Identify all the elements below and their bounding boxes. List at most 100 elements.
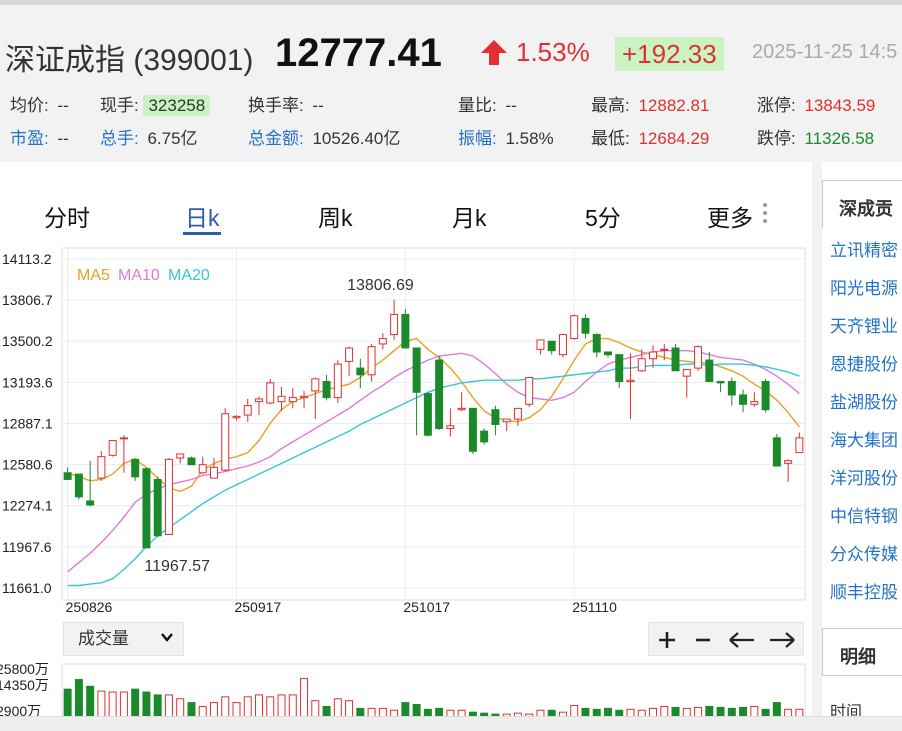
stat-pe-label: 市盈: [10, 129, 49, 148]
candle-body [468, 407, 477, 452]
stat-volume-ratio-label: 量比: [458, 96, 497, 115]
change-amount: +192.33 [615, 37, 724, 71]
candle-body [671, 347, 680, 372]
x-tick-label: 251017 [403, 599, 450, 615]
candle-body [761, 381, 770, 411]
candle-body [694, 346, 703, 369]
candle [536, 339, 545, 355]
candle [345, 346, 354, 377]
candle [581, 314, 590, 339]
stat-limit-up-label: 涨停: [757, 96, 796, 115]
stock-item[interactable]: 盐湖股份 [830, 388, 898, 413]
stat-high-label: 最高: [591, 96, 630, 115]
candle [739, 389, 748, 413]
candle-body [446, 425, 455, 429]
candle-body [626, 379, 635, 383]
candle-body [255, 398, 263, 403]
candle-body [739, 394, 748, 405]
candle-body [772, 437, 781, 467]
candle [333, 360, 342, 403]
candle-body [592, 334, 601, 353]
stat-low-label: 最低: [591, 129, 630, 148]
stat-limit-down-value: 11326.58 [804, 129, 875, 148]
stat-avg-value: -- [57, 96, 69, 115]
stat-amplitude-value: 1.58% [505, 129, 554, 148]
candle [558, 334, 567, 358]
constituent-tab-label: 深成贡 [839, 199, 893, 219]
stock-item[interactable]: 海大集团 [830, 426, 898, 451]
y-tick-label: 12887.1 [2, 416, 53, 432]
candle [412, 347, 421, 436]
candle [108, 440, 117, 457]
candle-body [615, 354, 624, 383]
stat-high: 最高: 12882.81 [591, 91, 709, 116]
candle [322, 374, 331, 401]
candle [209, 457, 218, 479]
stat-now-hand: 现手: 323258 [100, 91, 211, 116]
x-tick-label: 251110 [572, 599, 617, 615]
candle [468, 407, 477, 454]
stock-item[interactable]: 分众传媒 [830, 540, 898, 565]
stat-limit-down: 跌停: 11326.58 [757, 124, 874, 149]
candle-body [356, 367, 365, 376]
arrow-left-icon[interactable] [727, 627, 757, 653]
x-tick-label: 250826 [66, 599, 113, 615]
candle [446, 408, 455, 437]
candle [232, 415, 241, 421]
stat-pe-value: -- [57, 129, 69, 148]
zoom-in-icon[interactable] [652, 627, 682, 653]
stock-item[interactable]: 恩捷股份 [830, 350, 898, 375]
candle-body [705, 359, 714, 383]
candle [435, 356, 444, 430]
candle [716, 381, 725, 393]
candle [682, 368, 691, 398]
volume-indicator-dropdown[interactable]: 成交量 [63, 622, 184, 656]
stat-amount-label: 总金额: [248, 129, 304, 148]
window-bottom-bar [0, 716, 902, 731]
stock-item[interactable]: 阳光电源 [830, 274, 898, 299]
chart-panel: 分时 日k 周k 月k 5分 更多 14113.2 13806.7 13500.2 1… [0, 162, 812, 731]
candle-body [547, 340, 556, 352]
candle [795, 432, 804, 454]
candle-body [333, 363, 342, 399]
candle-body [198, 464, 207, 474]
stat-now-hand-label: 现手: [100, 96, 139, 115]
candle [119, 435, 128, 473]
stat-total-hand-value: 6.75亿 [147, 129, 198, 148]
candle [705, 352, 714, 383]
stat-amplitude: 振幅: 1.58% [458, 124, 554, 149]
candle-body [108, 440, 117, 456]
stock-item[interactable]: 天齐锂业 [830, 312, 898, 337]
candle-body [74, 473, 83, 498]
stock-item[interactable]: 顺丰控股 [830, 578, 898, 603]
trade-detail-tab[interactable]: 明细 [822, 628, 902, 676]
candle [221, 408, 230, 472]
ma20-line [67, 363, 800, 587]
candle-body [558, 334, 567, 356]
candle-body [682, 368, 691, 377]
stock-item[interactable]: 立讯精密 [830, 236, 898, 261]
volume-tick-label: 14350万 [0, 677, 49, 693]
constituent-contribution-tab[interactable]: 深成贡 [822, 180, 902, 228]
stat-amount: 总金额: 10526.40亿 [248, 124, 400, 149]
stock-item[interactable]: 中信特钢 [830, 502, 898, 527]
candle [649, 345, 658, 369]
stat-total-hand: 总手: 6.75亿 [100, 124, 198, 149]
candle-body [435, 359, 444, 429]
candle-body [649, 351, 658, 360]
stat-high-value: 12882.81 [638, 96, 710, 115]
stat-avg-label: 均价: [10, 96, 49, 115]
candle [63, 467, 72, 480]
arrow-right-icon[interactable] [767, 627, 797, 653]
zoom-out-icon[interactable] [688, 627, 718, 653]
arrow-up-icon [481, 40, 507, 65]
candle-body [480, 430, 489, 443]
candle [592, 333, 601, 358]
candle [243, 398, 252, 422]
x-tick-label: 250917 [234, 599, 281, 615]
y-tick-label: 11967.6 [2, 539, 52, 555]
stock-item[interactable]: 洋河股份 [830, 464, 898, 489]
candle-body [86, 500, 95, 506]
stat-volume-ratio-value: -- [505, 96, 517, 115]
candle [266, 378, 275, 405]
